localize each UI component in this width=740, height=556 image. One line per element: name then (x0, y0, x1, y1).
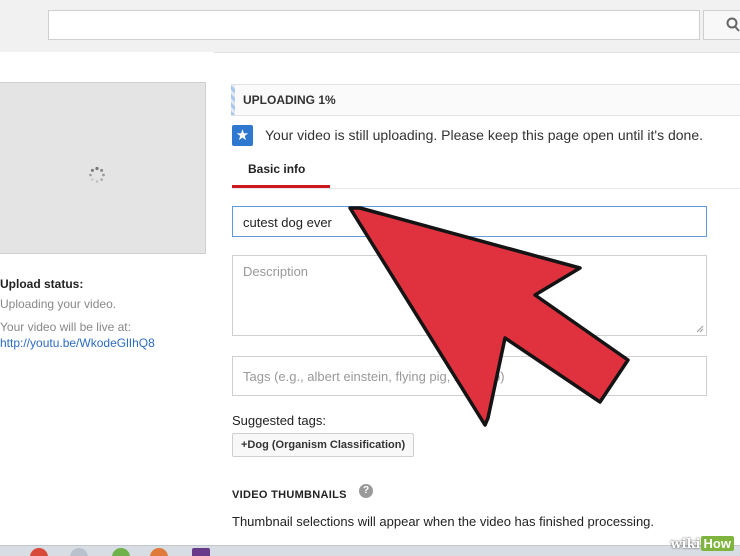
watermark: wiki How (670, 536, 734, 552)
watermark-wiki: wiki (670, 537, 701, 552)
red-pointer-arrow (348, 206, 630, 427)
watermark-how: How (700, 536, 734, 551)
